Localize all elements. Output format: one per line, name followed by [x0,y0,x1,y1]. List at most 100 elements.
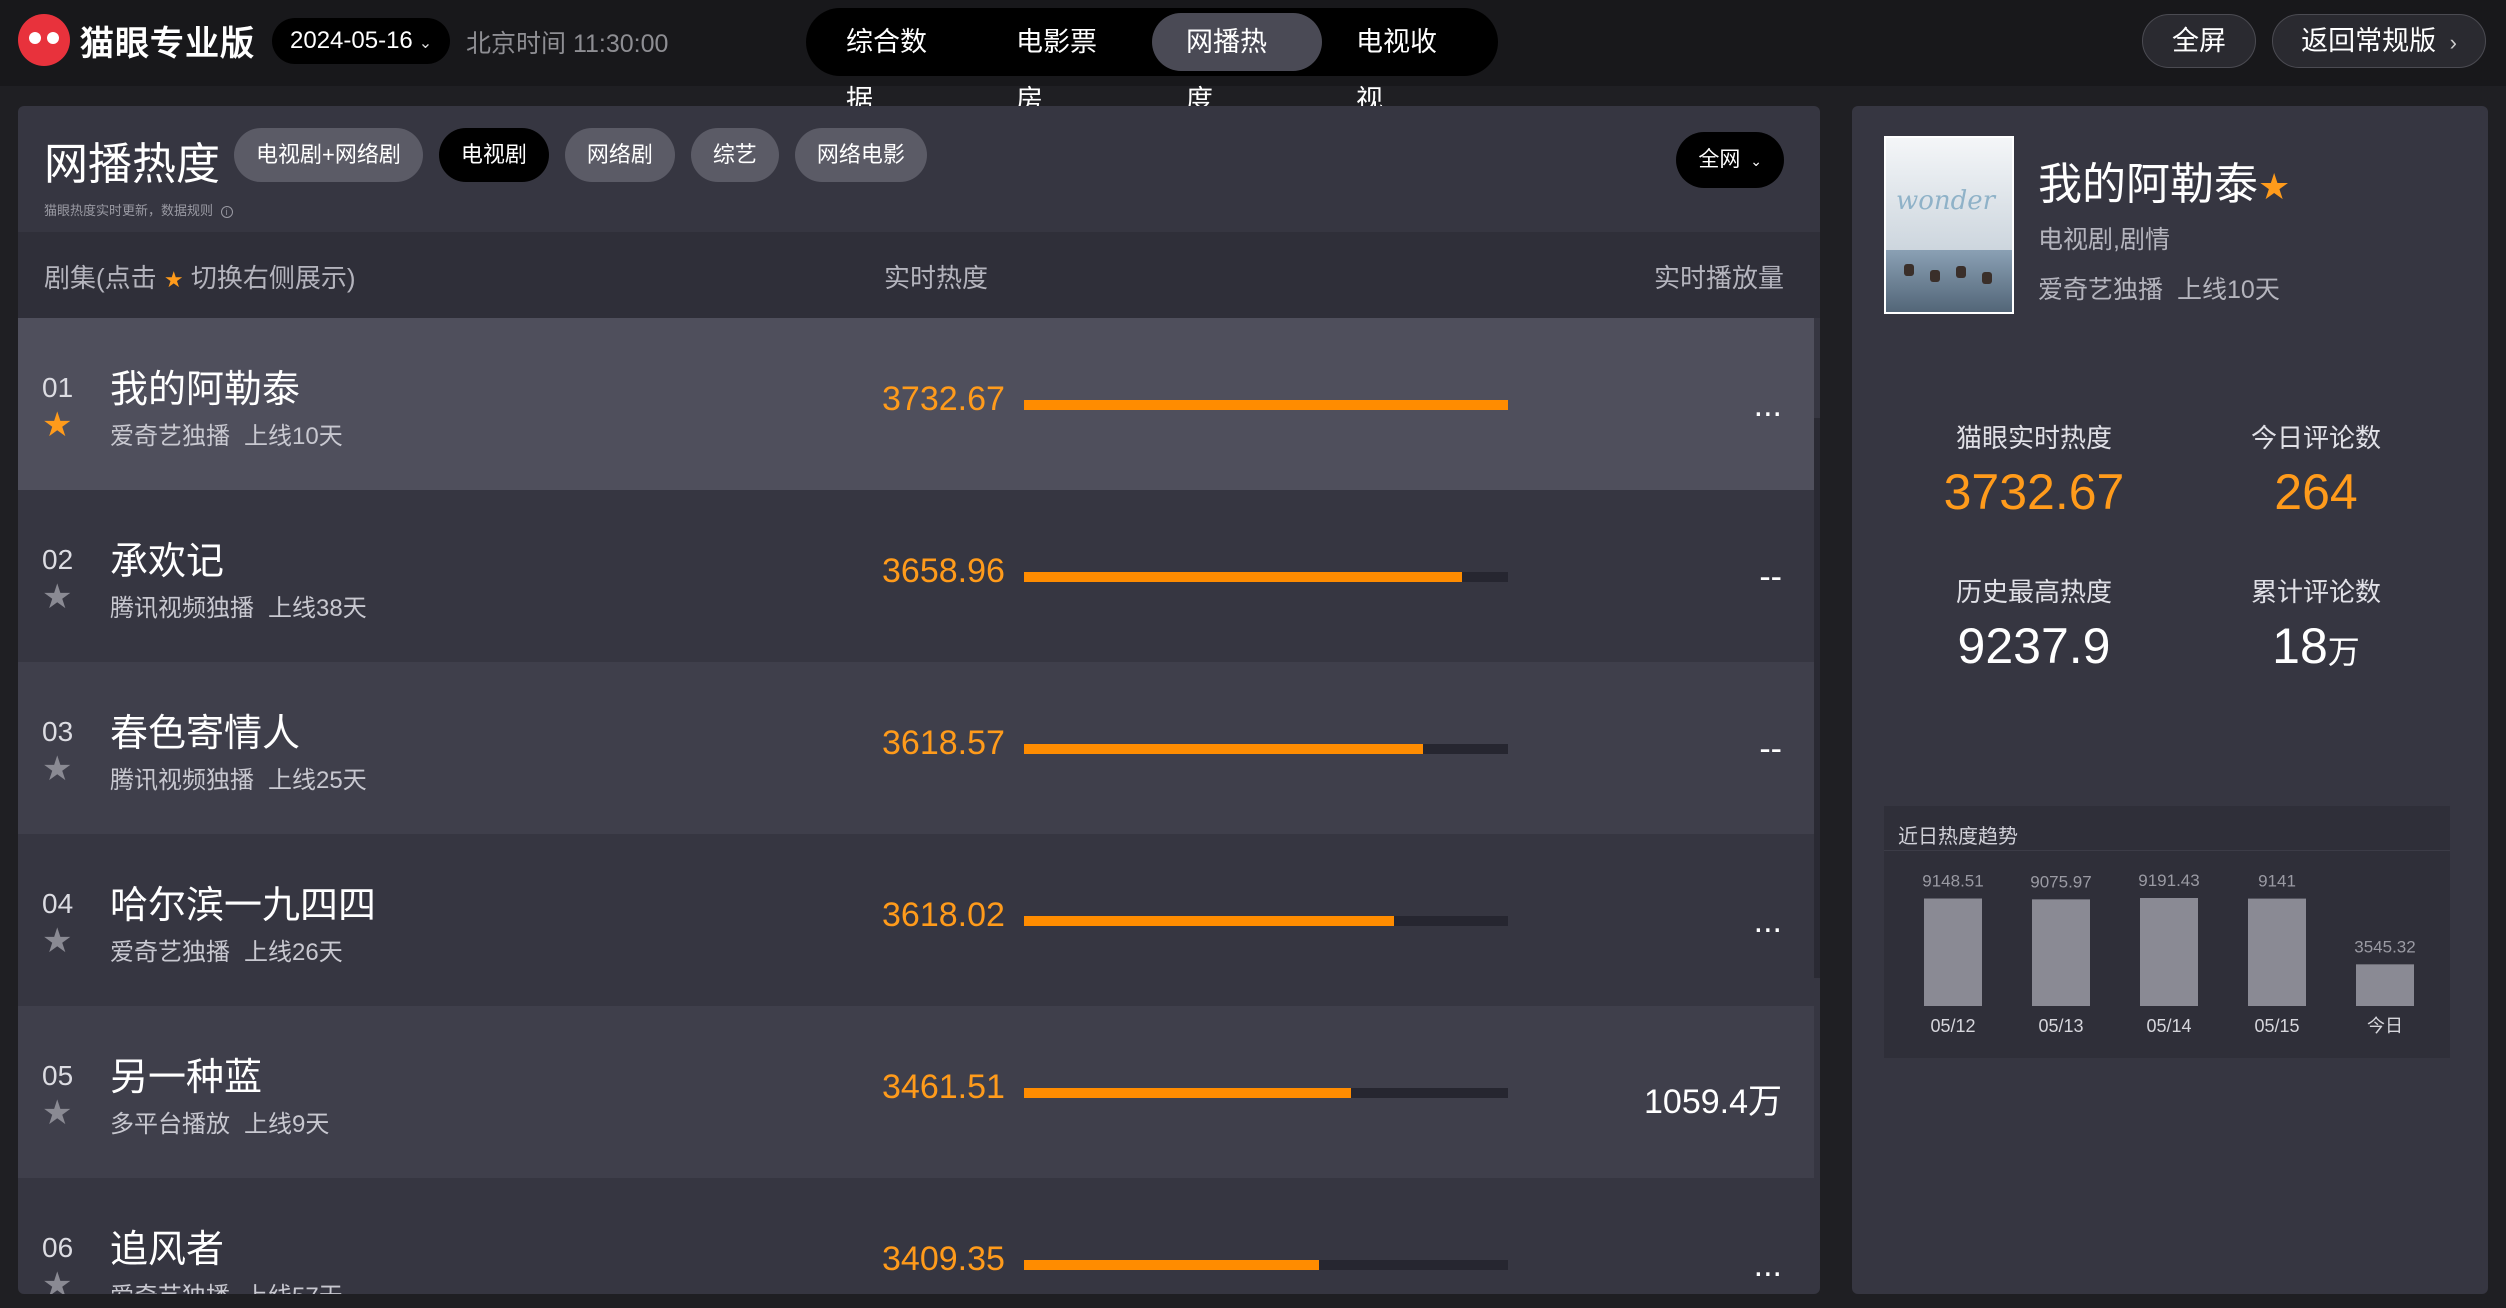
ranking-panel: 网播热度 电视剧+网络剧 电视剧 网络剧 综艺 网络电影 猫眼热度实时更新，数据… [18,106,1820,1294]
top-bar: 猫眼专业版 2024-05-16 ⌄ 北京时间 11:30:00 综合数据 电影票… [0,0,2506,115]
trend-date-label: 05/13 [2038,1016,2083,1036]
table-header: 剧集(点击 ★ 切换右侧展示) 实时热度 实时播放量 [18,232,1820,318]
heat-bar-fill [1024,400,1508,410]
trend-value-label: 9148.51 [1922,872,1983,891]
star-icon[interactable]: ★ [42,924,72,958]
back-to-normal-button[interactable]: 返回常规版 › [2272,14,2486,68]
series-platform: 多平台播放 [110,1111,230,1138]
date-selector[interactable]: 2024-05-16 ⌄ [272,18,451,64]
poster-title: wonder [1896,186,1996,216]
tab-web-movie[interactable]: 网络电影 [794,128,927,182]
series-name: 承欢记 [110,541,225,583]
star-icon[interactable]: ★ [42,752,72,786]
series-platform: 爱奇艺独播 [110,939,230,966]
series-poster: wonder [1884,136,2014,314]
cat-logo-icon [18,14,70,66]
rank-number: 01 [42,372,74,403]
trend-value-label: 3545.32 [2354,937,2415,956]
detail-meta: 爱奇艺独播 上线10天 [2038,270,2294,306]
stat-total-comments: 累计评论数 18万 [2166,572,2466,675]
tab-tv-and-web[interactable]: 电视剧+网络剧 [234,128,423,182]
tab-variety[interactable]: 综艺 [690,128,779,182]
trend-bars: 9148.51 05/12 9075.97 05/13 9191.43 05/14 9141… [1922,871,2415,1036]
back-to-normal-label: 返回常规版 [2301,26,2437,56]
heat-value: 3732.67 [882,380,1005,418]
stat-unit: 万 [2327,634,2360,670]
series-name: 另一种蓝 [110,1057,263,1099]
trend-date-label: 今日 [2367,1016,2403,1036]
trend-value-label: 9075.97 [2030,872,2091,891]
info-icon: i [220,206,233,218]
heat-value: 3461.51 [882,1068,1005,1106]
page-title: 网播热度 [44,140,220,189]
heat-bar-fill [1024,1260,1320,1270]
stat-today-comments: 今日评论数 264 [2166,418,2466,521]
main-nav: 综合数据 电影票房 网播热度 电视收视 [806,8,1498,115]
trend-value-label: 9141 [2258,872,2296,891]
heat-value: 3618.57 [882,724,1005,762]
table-row[interactable]: 03 ★ 春色寄情人 腾讯视频独播 上线25天 3618.57 -- [18,662,1814,834]
tab-web-series[interactable]: 网络剧 [564,128,675,182]
list-scrollbar[interactable] [1814,418,1820,978]
heat-bar [1024,916,1508,926]
table-row[interactable]: 01 ★ 我的阿勒泰 爱奇艺独播 上线10天 3732.67 ... [18,318,1814,490]
rank-number: 04 [42,888,74,919]
column-header-heat: 实时热度 [884,263,989,293]
beijing-time: 北京时间 11:30:00 [466,30,669,58]
platform-filter-value: 全网 [1698,148,1741,171]
series-platform: 爱奇艺独播 [110,1283,230,1294]
detail-panel: wonder 我的阿勒泰★ 电视剧,剧情 爱奇艺独播 上线10天 猫眼实时热度 3… [1852,106,2488,1294]
ranking-list: 01 ★ 我的阿勒泰 爱奇艺独播 上线10天 3732.67 ... 02 ★ 承… [18,318,1814,1294]
nav-web-heat[interactable]: 网播热度 [1152,13,1322,115]
stat-value-wrap: 18万 [2166,617,2466,675]
nav-box-office[interactable]: 电影票房 [982,13,1152,115]
tab-tv[interactable]: 电视剧 [438,128,549,182]
stat-value: 3732.67 [1943,464,2125,520]
heat-value: 3618.02 [882,896,1005,934]
play-count: -- [1759,558,1782,596]
nav-overview[interactable]: 综合数据 [812,13,982,115]
chevron-down-icon: ⌄ [1750,153,1762,169]
heat-bar [1024,744,1508,754]
stat-realtime-heat: 猫眼实时热度 3732.67 [1884,418,2184,521]
logo[interactable]: 猫眼专业版 [18,14,255,66]
heat-trend-chart: 近日热度趋势 9148.51 05/12 9075.97 05/13 9191.43 05… [1884,806,2450,1058]
data-rules-note[interactable]: 猫眼热度实时更新，数据规则 i [44,200,233,219]
trend-bar [2140,898,2198,1006]
table-row[interactable]: 02 ★ 承欢记 腾讯视频独播 上线38天 3658.96 -- [18,490,1814,662]
stat-label: 历史最高热度 [1955,577,2112,607]
star-icon[interactable]: ★ [42,1096,72,1130]
table-row[interactable]: 05 ★ 另一种蓝 多平台播放 上线9天 3461.51 1059.4万 [18,1006,1814,1178]
star-icon[interactable]: ★ [42,1268,72,1294]
play-count: -- [1759,730,1782,768]
heat-bar-fill [1024,572,1463,582]
fullscreen-button[interactable]: 全屏 [2142,14,2256,68]
stat-value: 18 [2272,618,2328,674]
rank-number: 05 [42,1060,74,1091]
heat-bar-fill [1024,1088,1351,1098]
column-header-series-prefix: 剧集(点击 [44,263,157,293]
nav-tv-ratings[interactable]: 电视收视 [1322,13,1492,115]
table-row[interactable]: 06 ★ 追风者 爱奇艺独播 上线57天 3409.35 ... [18,1178,1814,1294]
series-platform: 腾讯视频独播 [110,767,254,794]
play-count: ... [1753,386,1782,424]
rank-number: 02 [42,544,74,575]
heat-bar [1024,1088,1508,1098]
detail-platform: 爱奇艺独播 [2038,276,2164,304]
series-name: 春色寄情人 [110,713,301,755]
rank-number: 03 [42,716,74,747]
heat-bar [1024,1260,1508,1270]
trend-bar [1924,898,1982,1006]
star-icon[interactable]: ★ [42,580,72,614]
column-header-plays: 实时播放量 [1653,263,1784,293]
heat-value: 3409.35 [882,1240,1005,1278]
category-tabs: 电视剧+网络剧 电视剧 网络剧 综艺 网络电影 [234,128,943,182]
stat-value: 264 [2274,464,2358,520]
series-platform: 腾讯视频独播 [110,595,254,622]
series-platform: 爱奇艺独播 [110,423,230,450]
star-icon[interactable]: ★ [42,408,72,442]
table-row[interactable]: 04 ★ 哈尔滨一九四四 爱奇艺独播 上线26天 3618.02 ... [18,834,1814,1006]
play-count: 1059.4万 [1644,1083,1782,1121]
platform-filter[interactable]: 全网 ⌄ [1676,132,1784,188]
series-meta: 多平台播放 上线9天 [110,1104,343,1139]
